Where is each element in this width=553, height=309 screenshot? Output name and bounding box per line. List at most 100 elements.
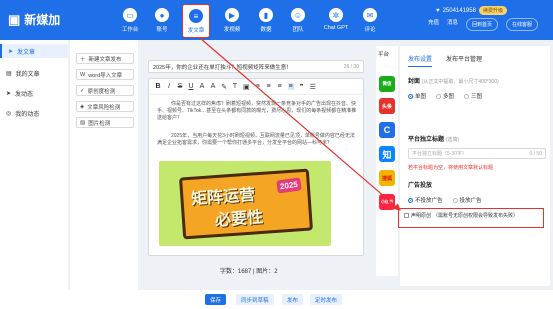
radio-selected-icon xyxy=(408,197,413,203)
platform-title-input[interactable]: 平台独立标题（5-30字） 0 / 50 xyxy=(408,148,546,159)
wechat-icon[interactable]: 微信 xyxy=(379,76,395,92)
rich-text-editor[interactable]: B I S U A A ✎ T ▣ ≡ ≡ ≡ ≡ ❞ ☰ 你是否有过这样的焦虑… xyxy=(148,78,364,256)
insert-image-icon[interactable]: ▣ xyxy=(243,83,250,91)
nav-label: 数据 xyxy=(260,27,272,33)
nav-publish-video[interactable]: ▶ 发视频 xyxy=(218,4,246,38)
csdn-label: C xyxy=(383,125,391,135)
highlight-icon[interactable]: ✎ xyxy=(221,83,227,91)
new-article-button[interactable]: ＋新建文章发布 xyxy=(76,53,134,64)
checkbox-icon[interactable] xyxy=(404,213,409,218)
radio-label: 投放广告 xyxy=(459,198,482,204)
originality-check-button[interactable]: ✓ 原创度检测 xyxy=(76,85,134,96)
platform-title-hint: (选填) xyxy=(445,137,460,143)
bold-icon[interactable]: B xyxy=(155,83,161,90)
article-title-input[interactable]: 2025年，你的企业还在单打独斗？短视频矩阵来做生意！ 26 / 30 xyxy=(148,60,364,73)
sidebar-label: 我的文章 xyxy=(15,71,40,78)
tab-platform-management[interactable]: 发布平台管理 xyxy=(446,54,482,67)
button-label: 新建文章发布 xyxy=(88,56,122,63)
italic-icon[interactable]: I xyxy=(166,83,172,90)
button-label: 原创度检测 xyxy=(87,88,116,95)
cover-single-radio[interactable]: 单图 xyxy=(408,92,426,100)
app-logo[interactable]: ▣ 新媒加 xyxy=(8,11,60,28)
paragraph-2: 2025年，当用户每天花3小时刷短视频，互联网流量已见顶，单账号做内容已经无法满… xyxy=(157,133,355,146)
platform-title-placeholder: 平台独立标题（5-30字） xyxy=(412,151,468,157)
zhihu-label: 知 xyxy=(382,149,392,160)
declare-original-option[interactable]: 声明原创 （需账号无原创权限会导致发布失败） xyxy=(404,212,518,219)
platform-title-warning: 若平台标题为空，将使用文章默认标题 xyxy=(408,165,494,171)
toutiao-icon[interactable]: 头条 xyxy=(379,98,395,114)
radio-icon xyxy=(452,197,458,203)
sidebar-item-my-updates[interactable]: ◎ 我的动态 xyxy=(0,106,68,120)
text-color-icon[interactable]: A xyxy=(210,83,216,90)
cover-hint: (从正文中提取，最小尺寸400*300) xyxy=(421,79,499,85)
sidebar xyxy=(0,40,68,309)
underline-icon[interactable]: U xyxy=(188,83,194,90)
nav-label: Chat GPT xyxy=(323,25,349,31)
publish-button[interactable]: 发布 xyxy=(282,294,304,305)
cover-three-radio[interactable]: 三图 xyxy=(464,92,482,100)
ads-radio[interactable]: 投放广告 xyxy=(452,196,482,204)
title-char-count: 26 / 30 xyxy=(343,63,359,70)
user-info[interactable]: ♥ 2504141958 续费升级 xyxy=(436,6,507,15)
zhihu-icon[interactable]: 知 xyxy=(379,146,395,162)
no-ads-radio[interactable]: 不投放广告 xyxy=(408,196,443,204)
nav-workbench[interactable]: ▭ 工作台 xyxy=(116,4,144,38)
messages-link[interactable]: 消息 xyxy=(447,18,458,31)
align-justify-icon[interactable]: ≡ xyxy=(287,83,294,90)
ad-label: 广告投放 xyxy=(408,183,433,189)
tab-publish-settings[interactable]: 发布设置 xyxy=(408,54,433,67)
plus-icon: ＋ xyxy=(80,56,86,63)
heart-icon: ♥ xyxy=(436,7,440,14)
csdn-icon[interactable]: C xyxy=(379,122,395,138)
online-service-button[interactable]: 在线客服 xyxy=(506,18,539,31)
nav-data[interactable]: ▮ 数据 xyxy=(252,4,280,38)
align-right-icon[interactable]: ≡ xyxy=(277,83,283,90)
vip-renew-badge[interactable]: 续费升级 xyxy=(478,6,507,15)
sidebar-item-post-update[interactable]: ➤ 发动态 xyxy=(0,86,68,100)
send-icon: ➤ xyxy=(6,90,12,97)
font-size-icon[interactable]: A xyxy=(199,83,205,90)
radio-label: 单图 xyxy=(415,94,427,100)
nav-label: 团队 xyxy=(292,27,304,33)
nav-label: 账号 xyxy=(156,27,168,33)
clear-format-icon[interactable]: T xyxy=(232,83,238,90)
nav-publish-article[interactable]: ≡ 发文章 xyxy=(182,4,210,38)
nav-comments[interactable]: ✉ 评论 xyxy=(356,4,384,38)
sidebar-label: 我的动态 xyxy=(15,111,40,118)
recharge-link[interactable]: 充值 xyxy=(428,18,439,31)
nav-chatgpt[interactable]: ✲ Chat GPT xyxy=(318,4,354,38)
sidebar-item-publish-article[interactable]: ➤ 发文章 xyxy=(0,44,68,58)
sync-draft-button[interactable]: 同步到草稿 xyxy=(236,294,274,305)
sohu-icon[interactable]: 搜狐 xyxy=(379,170,395,186)
radio-label: 不投放广告 xyxy=(415,198,443,204)
nav-team[interactable]: ☺ 团队 xyxy=(284,4,312,38)
logo-icon: ▣ xyxy=(8,11,21,27)
platform-header: 平台 xyxy=(378,52,390,58)
cover-multi-radio[interactable]: 多图 xyxy=(436,92,454,100)
button-label: 图片检测 xyxy=(88,120,111,127)
article-title-text: 2025年，你的企业还在单打独斗？短视频矩阵来做生意！ xyxy=(153,64,292,71)
sidebar-item-my-articles[interactable]: ▤ 我的文章 xyxy=(0,66,68,80)
risk-check-button[interactable]: ◈ 文章风险检测 xyxy=(76,101,134,112)
article-tools-panel xyxy=(70,40,138,309)
nav-label: 评论 xyxy=(364,27,376,33)
ad-options: 不投放广告 投放广告 xyxy=(408,196,492,204)
strikethrough-icon[interactable]: S xyxy=(177,83,183,90)
back-home-button[interactable]: 回到首页 xyxy=(466,18,499,31)
nav-accounts[interactable]: ● 账号 xyxy=(148,4,176,38)
paragraph-1: 你是否有过这样的焦虑？刷着短视频，突然发现一条竞争对手的广告出现在抖音、快手、视… xyxy=(157,101,357,121)
list-icon[interactable]: ☰ xyxy=(310,83,316,91)
nav-label: 发视频 xyxy=(223,27,241,33)
quote-icon[interactable]: ❞ xyxy=(299,83,305,91)
radio-label: 三图 xyxy=(471,94,483,100)
xiaohongshu-icon[interactable]: 小红书 xyxy=(379,194,395,210)
image-check-button[interactable]: ▨ 图片检测 xyxy=(76,117,134,128)
word-import-button[interactable]: Wword导入文章 xyxy=(76,69,134,80)
nav-label: 发文章 xyxy=(187,28,205,34)
save-button[interactable]: 保存 xyxy=(205,294,227,305)
word-icon: W xyxy=(80,71,86,78)
align-center-icon[interactable]: ≡ xyxy=(266,83,272,90)
scheduled-publish-button[interactable]: 定时发布 xyxy=(310,294,343,305)
cover-options: 单图 多图 三图 xyxy=(408,92,492,100)
align-left-icon[interactable]: ≡ xyxy=(255,83,261,90)
